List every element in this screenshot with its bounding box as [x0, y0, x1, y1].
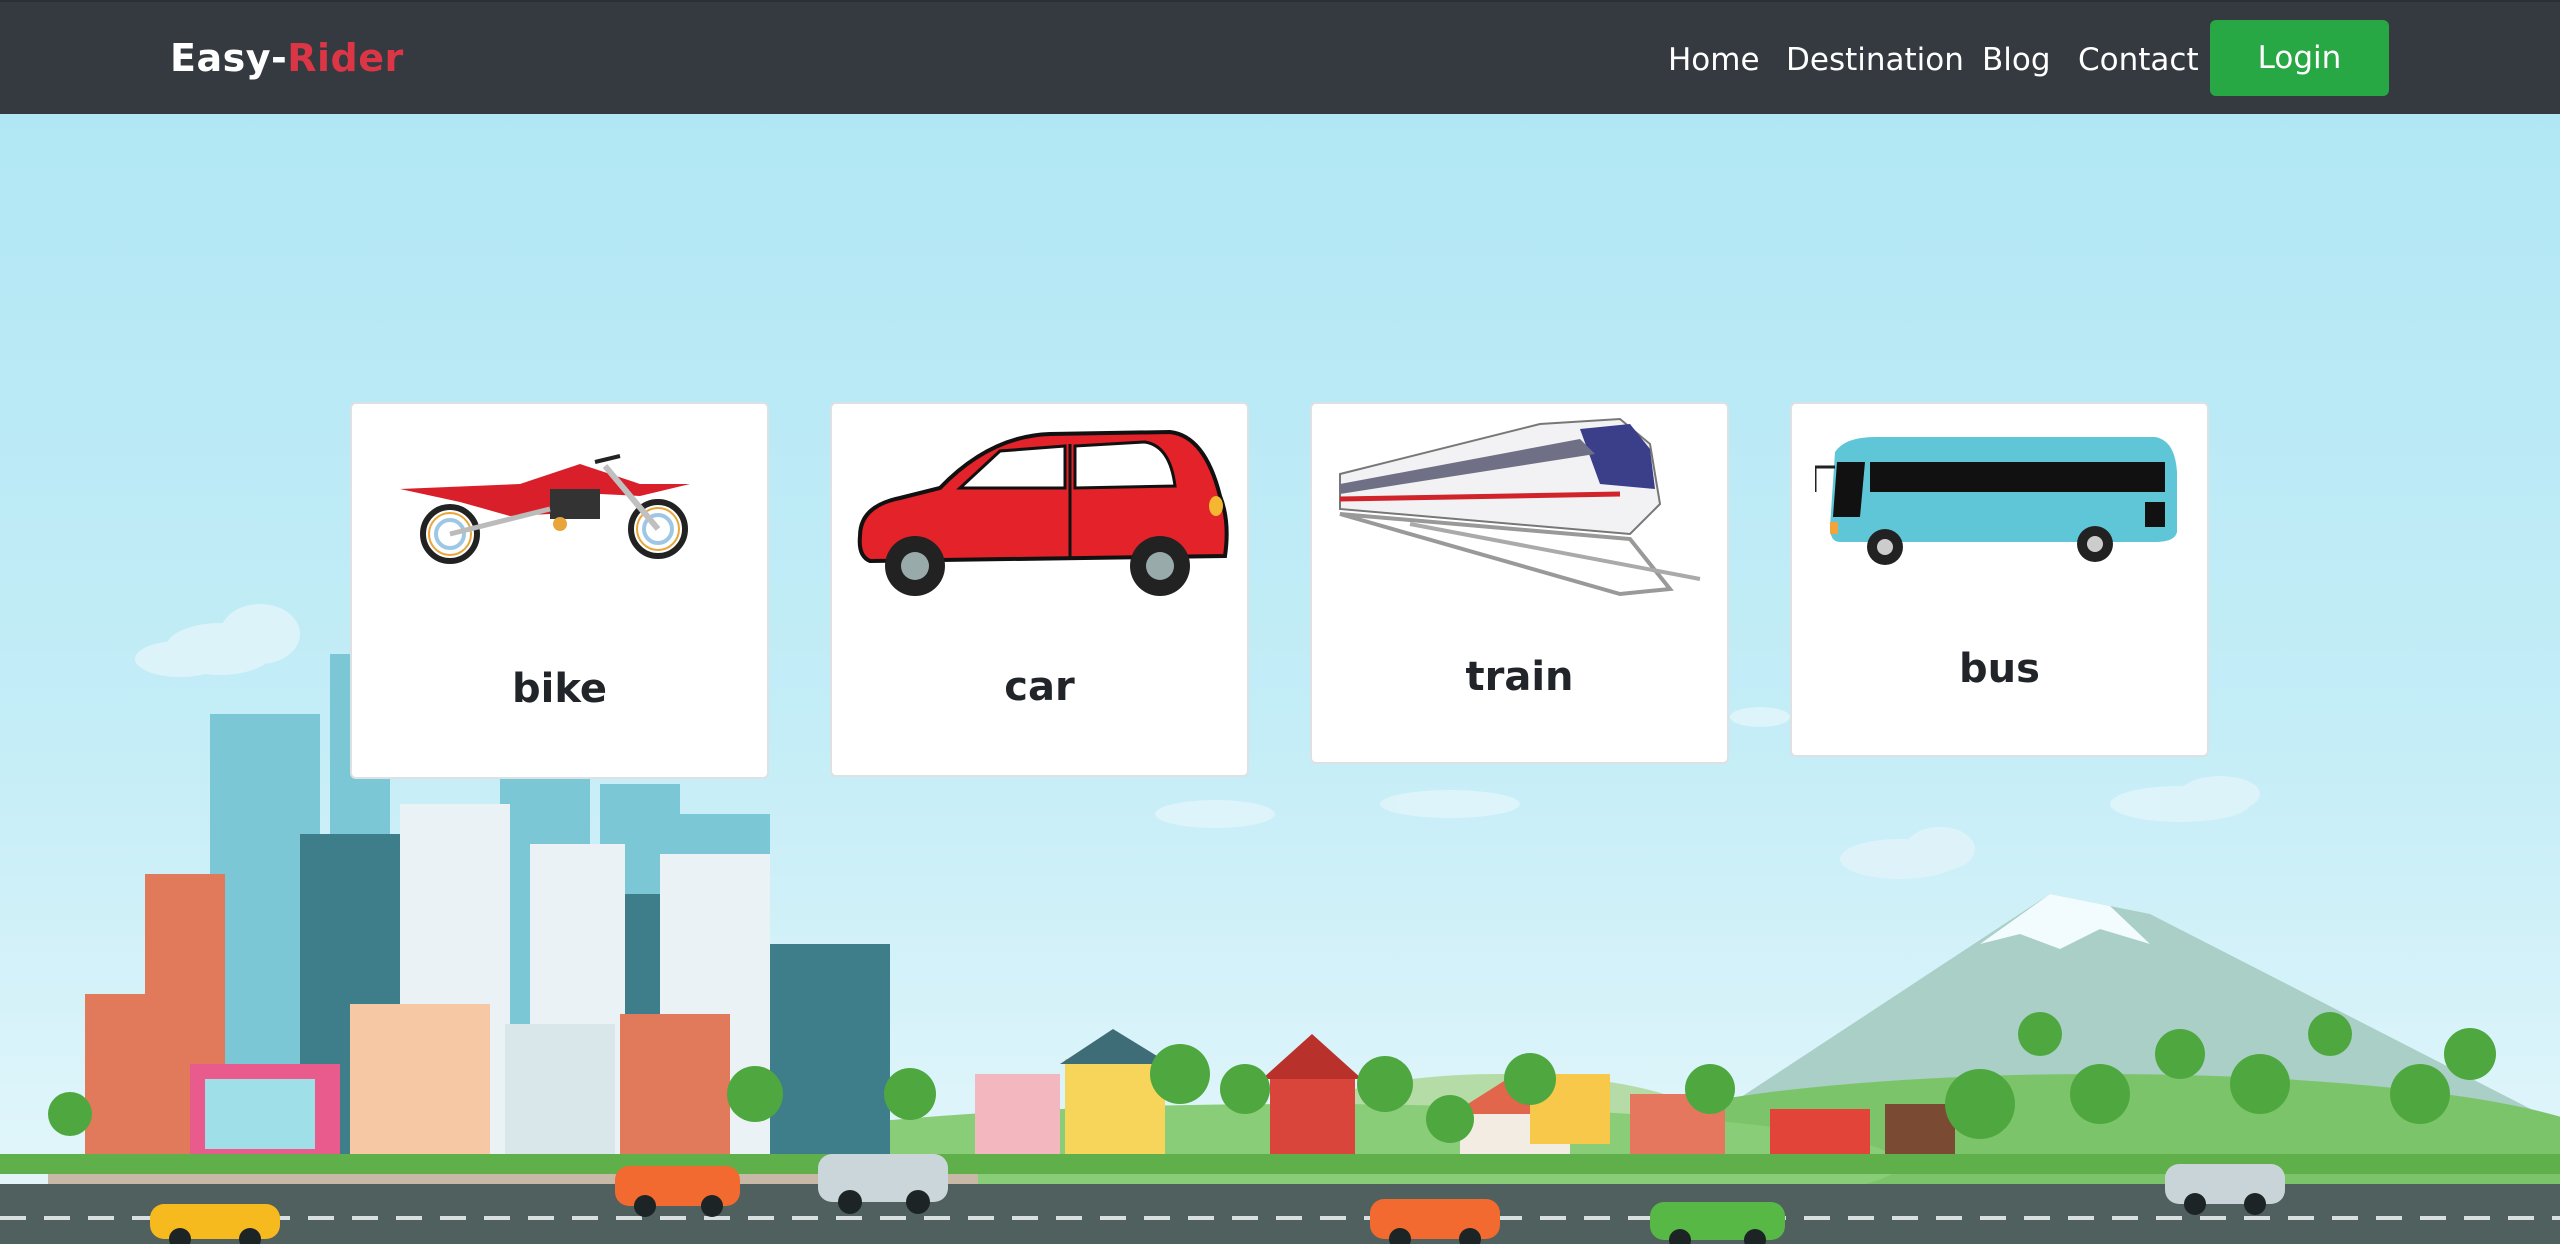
vehicle-card-title: bus [1959, 646, 2040, 692]
nav-destination-link[interactable]: Destination [1786, 42, 1964, 78]
brand-name: Easy- [170, 36, 288, 80]
brand-logo[interactable]: Easy-Rider [170, 36, 404, 80]
train-icon [1312, 414, 1727, 604]
vehicle-card-car[interactable]: car [830, 402, 1249, 777]
vehicle-card-title: train [1465, 654, 1574, 700]
vehicle-card-title: car [1004, 664, 1075, 710]
brand-name-accent: Rider [287, 36, 404, 80]
login-button[interactable]: Login [2210, 20, 2389, 96]
vehicle-card-bike[interactable]: bike [350, 402, 769, 779]
navbar: Easy-Rider Home Destination Blog Contact… [0, 0, 2560, 114]
nav-blog-link[interactable]: Blog [1982, 42, 2051, 78]
nav-home-link[interactable]: Home [1668, 42, 1760, 78]
vehicle-card-title: bike [512, 666, 607, 712]
vehicle-card-bus[interactable]: bus [1790, 402, 2209, 757]
vehicle-card-train[interactable]: train [1310, 402, 1729, 764]
bus-icon [1792, 432, 2207, 572]
car-icon [832, 426, 1247, 606]
motorbike-icon [352, 454, 767, 564]
nav-contact-link[interactable]: Contact [2078, 42, 2199, 78]
